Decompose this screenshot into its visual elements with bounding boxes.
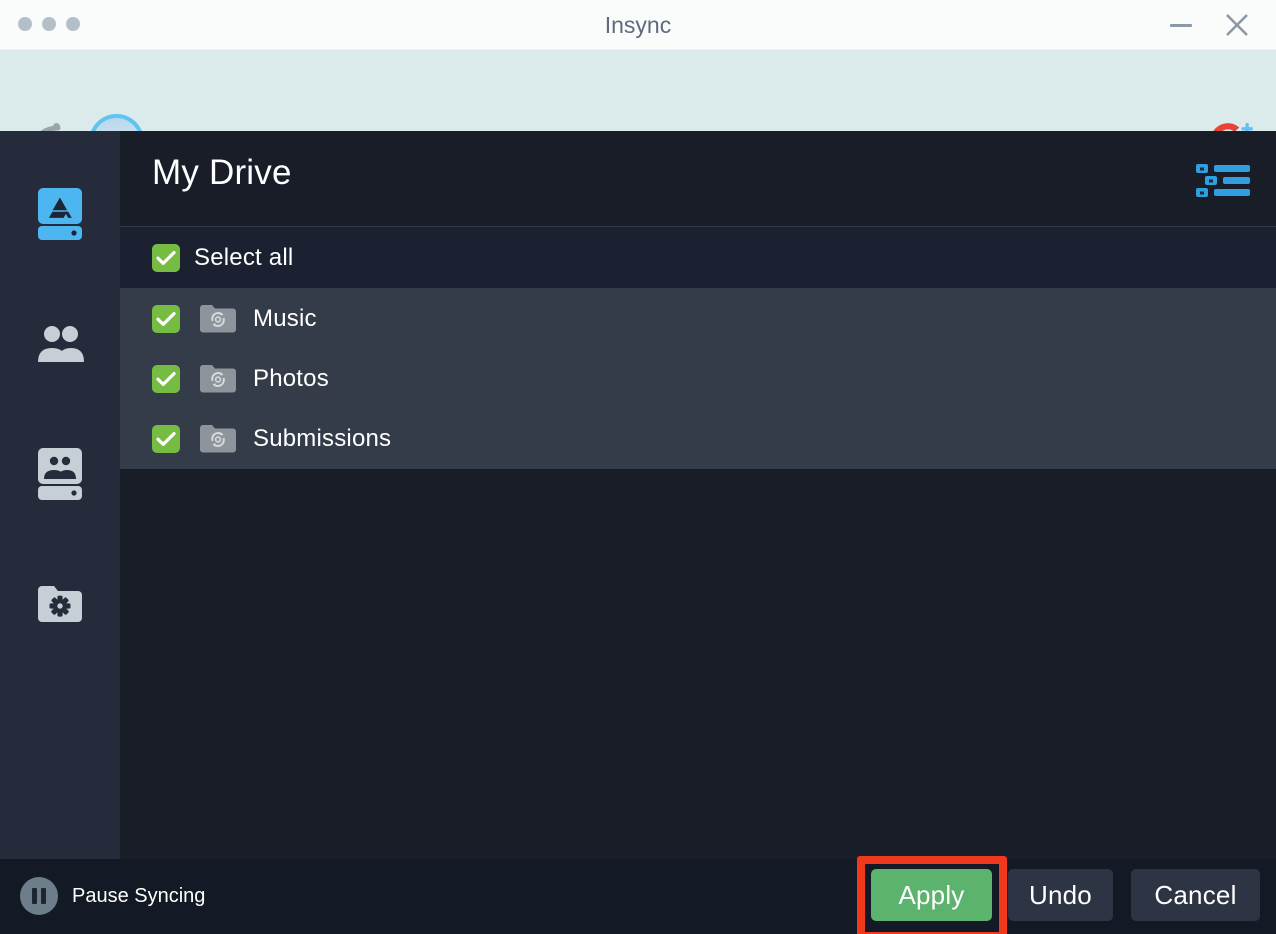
window-title: Insync — [604, 12, 672, 38]
pause-icon — [20, 877, 58, 915]
page-title: My Drive — [152, 153, 292, 192]
sidebar-item-shared-drives[interactable] — [0, 433, 120, 519]
pause-syncing-button[interactable]: Pause Syncing — [20, 877, 205, 915]
folder-gear-icon — [34, 582, 86, 631]
drive-header: My Drive — [120, 131, 1276, 227]
sync-folder-icon — [199, 364, 237, 394]
folder-list: Music Photos Submissions — [120, 289, 1276, 469]
select-all-checkbox[interactable] — [152, 243, 180, 272]
sidebar-item-my-drive[interactable] — [0, 173, 120, 259]
folder-checkbox[interactable] — [152, 305, 180, 333]
folder-checkbox[interactable] — [152, 425, 180, 453]
sidebar — [0, 131, 120, 859]
close-icon — [1224, 12, 1250, 38]
folder-checkbox[interactable] — [152, 365, 180, 393]
people-icon — [34, 324, 86, 369]
sidebar-item-shared-with-me[interactable] — [0, 303, 120, 389]
sync-folder-icon — [199, 304, 237, 334]
minimize-button[interactable] — [1156, 0, 1206, 50]
select-all-label: Select all — [194, 243, 294, 271]
list-item[interactable]: Photos — [120, 349, 1276, 409]
folder-name: Photos — [253, 365, 329, 392]
cancel-button[interactable]: Cancel — [1131, 869, 1260, 921]
minimize-icon — [1170, 23, 1192, 27]
account-bar — [0, 50, 1276, 169]
sync-folder-icon — [199, 424, 237, 454]
select-all-row[interactable]: Select all — [120, 227, 1276, 289]
list-item[interactable]: Music — [120, 289, 1276, 349]
list-view-icon[interactable] — [1194, 160, 1252, 202]
google-drive-icon — [34, 186, 86, 247]
shared-drive-icon — [34, 446, 86, 507]
folder-name: Submissions — [253, 425, 392, 452]
insync-window: Insync My Drive Select all Music Photos … — [0, 0, 1276, 934]
close-button[interactable] — [1212, 0, 1262, 50]
pause-syncing-label: Pause Syncing — [72, 884, 206, 907]
apply-button[interactable]: Apply — [871, 869, 992, 921]
main-content: My Drive Select all Music Photos Submiss… — [120, 131, 1276, 859]
folder-name: Music — [253, 305, 317, 332]
undo-button[interactable]: Undo — [1008, 869, 1113, 921]
list-item[interactable]: Submissions — [120, 409, 1276, 469]
title-bar: Insync — [0, 0, 1276, 50]
sidebar-item-settings[interactable] — [0, 563, 120, 649]
